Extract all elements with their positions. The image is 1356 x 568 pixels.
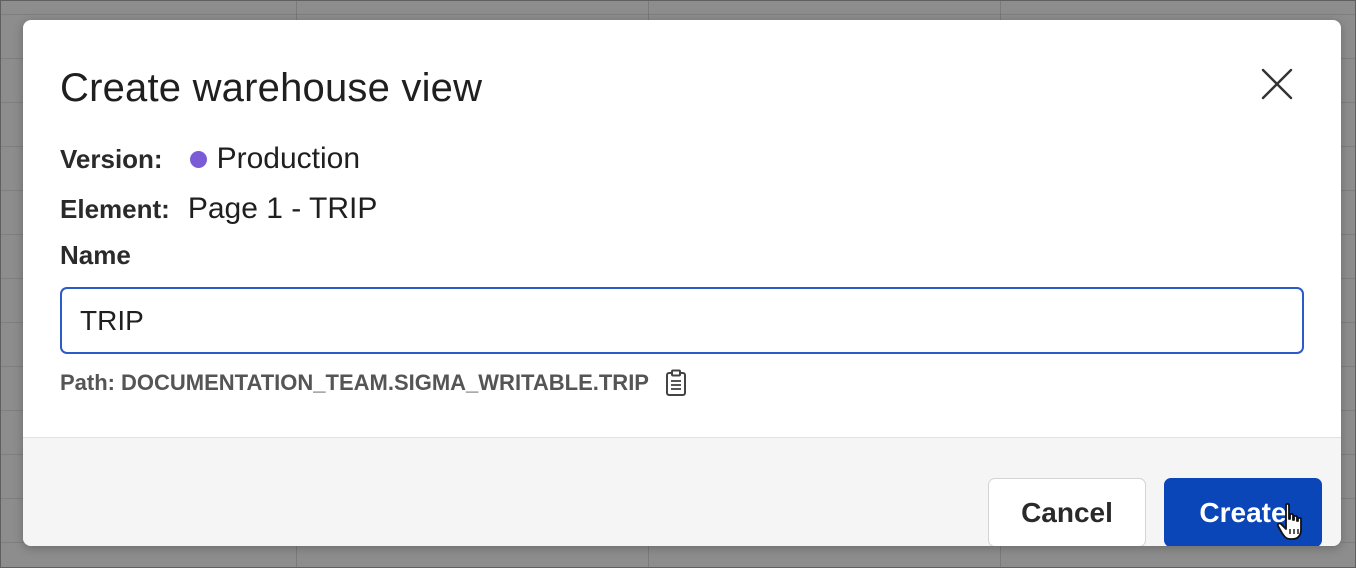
path-value: DOCUMENTATION_TEAM.SIGMA_WRITABLE.TRIP <box>121 370 649 395</box>
path-row: Path: DOCUMENTATION_TEAM.SIGMA_WRITABLE.… <box>60 368 689 398</box>
element-row: Element: Page 1 - TRIP <box>60 192 377 226</box>
create-warehouse-view-dialog: Create warehouse view Version: Productio… <box>23 20 1341 546</box>
clipboard-icon <box>665 369 686 396</box>
version-value: Production <box>216 142 361 175</box>
close-button[interactable] <box>1257 64 1297 104</box>
create-button[interactable]: Create <box>1164 478 1322 546</box>
name-input[interactable] <box>60 287 1304 354</box>
version-status-dot <box>189 150 207 168</box>
dialog-footer: Cancel Create <box>23 437 1341 546</box>
version-row: Version: Production <box>60 142 360 176</box>
element-label: Element: <box>60 193 170 224</box>
version-label: Version: <box>60 143 163 174</box>
close-icon <box>1261 68 1293 100</box>
path-label: Path: <box>60 370 115 395</box>
dialog-title: Create warehouse view <box>60 66 483 110</box>
name-label: Name <box>60 240 131 270</box>
element-value: Page 1 - TRIP <box>187 192 378 225</box>
copy-path-button[interactable] <box>663 368 689 398</box>
cancel-button[interactable]: Cancel <box>988 478 1146 546</box>
